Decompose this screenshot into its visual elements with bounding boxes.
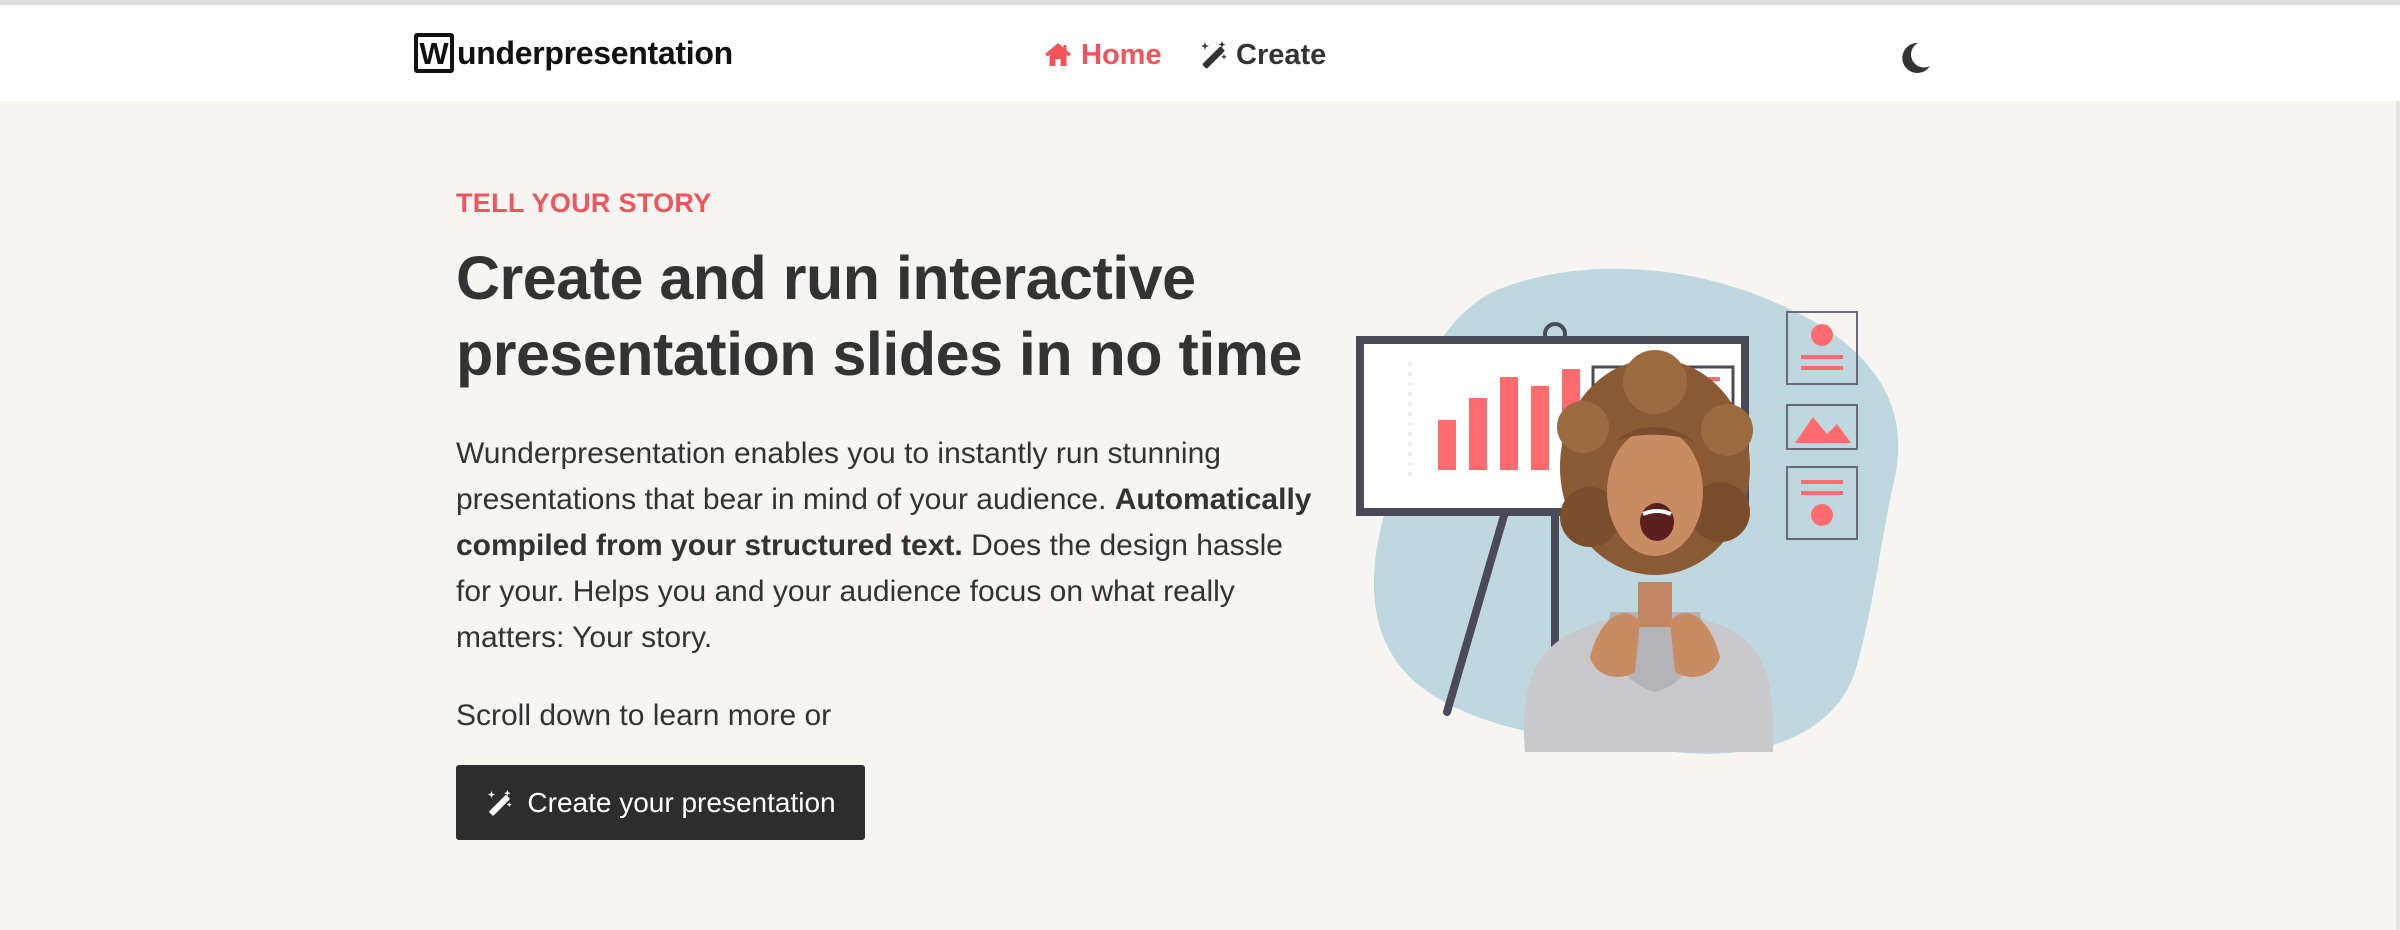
magic-wand-icon: [1201, 41, 1227, 69]
create-presentation-label: Create your presentation: [527, 786, 836, 818]
magic-wand-icon: [488, 789, 513, 816]
navbar: W underpresentation Home Create: [0, 5, 2400, 101]
brand-initial: W: [414, 33, 454, 73]
nav-create-label: Create: [1236, 38, 1327, 71]
brand-logo[interactable]: W underpresentation: [414, 30, 733, 76]
scrollbar-track: [2396, 101, 2400, 930]
hero-description: Wunderpresentation enables you to instan…: [456, 431, 1316, 661]
theme-toggle[interactable]: [1900, 41, 1932, 75]
hero-eyebrow: TELL YOUR STORY: [456, 188, 712, 218]
hero-headline: Create and run interactive presentation …: [456, 244, 1302, 388]
create-presentation-button[interactable]: Create your presentation: [456, 765, 865, 840]
nav-create-link[interactable]: Create: [1198, 35, 1326, 75]
lead-intro: Wunderpresentation enables you to instan…: [456, 437, 1221, 516]
home-icon: [1045, 43, 1071, 66]
hero-illustration: [1356, 268, 1899, 754]
moon-icon: [1902, 42, 1930, 73]
scroll-hint: Scroll down to learn more or: [456, 699, 832, 732]
nav-home-label: Home: [1081, 38, 1162, 71]
nav-home-link[interactable]: Home: [1043, 35, 1162, 75]
brand-name: underpresentation: [457, 34, 733, 71]
